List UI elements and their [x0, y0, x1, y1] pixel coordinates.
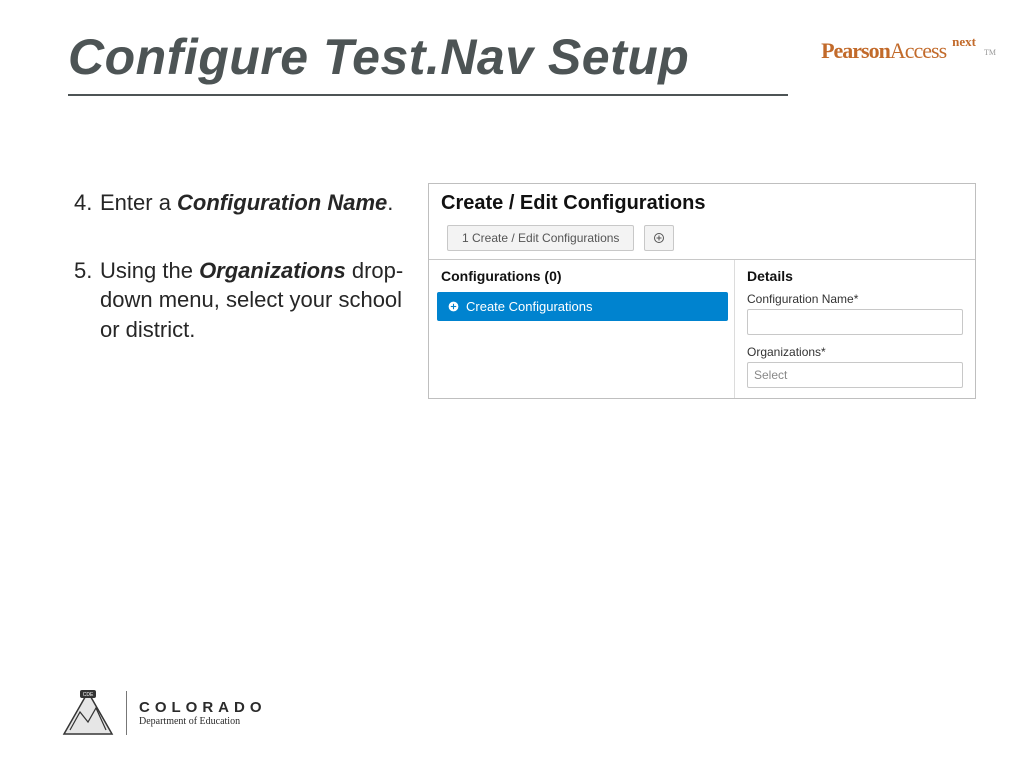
logo-divider [126, 691, 127, 735]
details-header: Details [735, 260, 975, 292]
step-number: 4. [74, 188, 100, 218]
breadcrumb-row: 1 Create / Edit Configurations [429, 225, 975, 259]
step-text: Using the Organizations drop-down menu, … [100, 256, 404, 345]
cde-text-line1: COLORADO [139, 699, 267, 716]
create-configurations-label: Create Configurations [466, 299, 592, 314]
step-text: Enter a Configuration Name. [100, 188, 404, 218]
config-panel-screenshot: Create / Edit Configurations 1 Create / … [428, 183, 976, 399]
create-configurations-button[interactable]: Create Configurations [437, 292, 728, 321]
panel-heading: Create / Edit Configurations [429, 184, 975, 225]
organizations-label: Organizations* [747, 345, 963, 359]
step-4: 4. Enter a Configuration Name. [74, 188, 404, 218]
step-text-configuration-name: Configuration Name [177, 190, 387, 215]
page-title: Configure Test.Nav Setup [68, 28, 689, 86]
add-step-button[interactable] [644, 225, 674, 251]
configurations-count-header: Configurations (0) [429, 260, 734, 292]
title-underline [68, 94, 788, 96]
cde-text: COLORADO Department of Education [139, 699, 267, 727]
step-text-pre: Enter a [100, 190, 177, 215]
panel-left-column: Configurations (0) Create Configurations [429, 260, 735, 398]
cde-text-line2: Department of Education [139, 716, 267, 727]
organizations-select[interactable]: Select [747, 362, 963, 388]
colorado-dept-education-logo: CDE COLORADO Department of Education [62, 690, 267, 736]
step-text-organizations: Organizations [199, 258, 346, 283]
brand-tm: TM [984, 48, 996, 57]
step-5: 5. Using the Organizations drop-down men… [74, 256, 404, 345]
instruction-steps: 4. Enter a Configuration Name. 5. Using … [74, 188, 404, 383]
step-number: 5. [74, 256, 100, 345]
step-text-post: . [387, 190, 393, 215]
breadcrumb-step-1[interactable]: 1 Create / Edit Configurations [447, 225, 634, 251]
plus-circle-icon [447, 300, 460, 313]
cde-tag-text: CDE [83, 692, 94, 698]
cde-emblem-icon: CDE [62, 690, 114, 736]
brand-text-1: Pearson [821, 38, 890, 64]
plus-circle-icon [653, 232, 665, 244]
brand-pearson-access-next: Pearson Access next TM [821, 38, 996, 64]
configuration-name-input[interactable] [747, 309, 963, 335]
configuration-name-label: Configuration Name* [747, 292, 963, 306]
brand-text-2: Access [890, 38, 946, 64]
brand-text-3: next [952, 34, 976, 50]
step-text-pre: Using the [100, 258, 199, 283]
panel-right-column: Details Configuration Name* Organization… [735, 260, 975, 398]
